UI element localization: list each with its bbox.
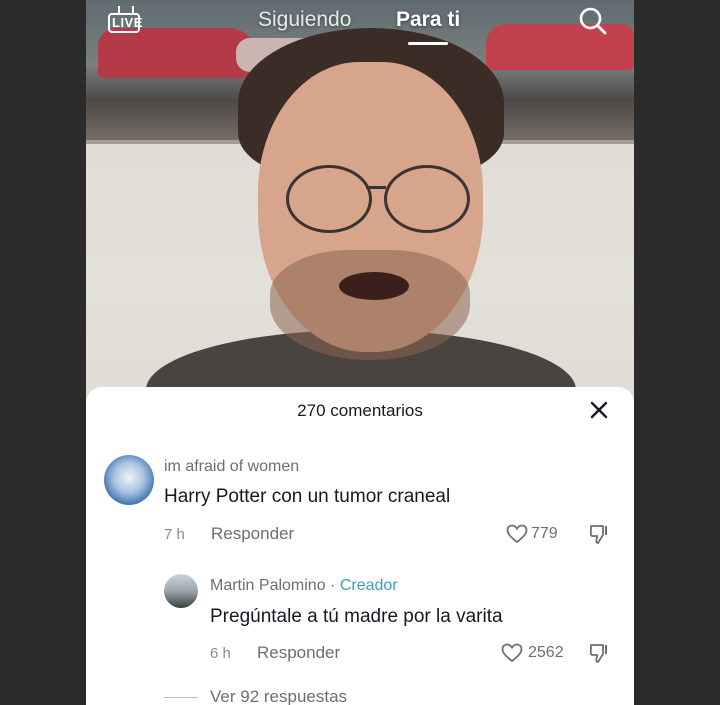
comment-text: Harry Potter con un tumor craneal [164, 486, 451, 507]
glasses-left-lens [286, 165, 372, 233]
live-label: LIVE [112, 15, 143, 30]
glasses-right-lens [384, 165, 470, 233]
tab-following[interactable]: Siguiendo [258, 8, 351, 32]
creator-badge: Creador [339, 577, 398, 594]
comment-username[interactable]: im afraid of women [164, 458, 299, 476]
top-navigation: LIVE Siguiendo Para ti [86, 0, 634, 45]
comment-timestamp: 7 h [164, 526, 185, 543]
comments-sheet: 270 comentarios im afraid of women Harry… [86, 387, 634, 705]
live-button[interactable]: LIVE [108, 6, 144, 34]
search-icon[interactable] [578, 6, 608, 36]
reply-username[interactable]: Martin Palomino · Creador [210, 577, 398, 595]
comments-count-title: 270 comentarios [297, 401, 423, 420]
thumbs-down-icon[interactable] [588, 642, 610, 664]
avatar[interactable] [164, 574, 198, 608]
reply-text: Pregúntale a tú madre por la varita [210, 606, 503, 627]
heart-icon[interactable] [501, 643, 523, 663]
divider [164, 697, 198, 698]
tab-for-you[interactable]: Para ti [396, 8, 460, 32]
person-mouth [339, 272, 409, 300]
active-tab-indicator [408, 42, 448, 45]
like-count: 779 [531, 525, 558, 542]
glasses-bridge [366, 186, 386, 189]
close-icon[interactable] [588, 399, 610, 421]
person-beard [270, 250, 470, 360]
avatar[interactable] [104, 455, 154, 505]
reply-button[interactable]: Responder [211, 524, 294, 544]
phone-screen: LIVE Siguiendo Para ti 270 comentarios i… [86, 0, 634, 705]
thumbs-down-icon[interactable] [588, 523, 610, 545]
view-replies-link[interactable]: Ver 92 respuestas [210, 687, 347, 705]
reply-timestamp: 6 h [210, 645, 231, 662]
reply-username-text: Martin Palomino [210, 577, 326, 594]
like-count: 2562 [528, 644, 564, 661]
reply-button[interactable]: Responder [257, 643, 340, 663]
separator: · [325, 577, 340, 594]
heart-icon[interactable] [506, 524, 528, 544]
